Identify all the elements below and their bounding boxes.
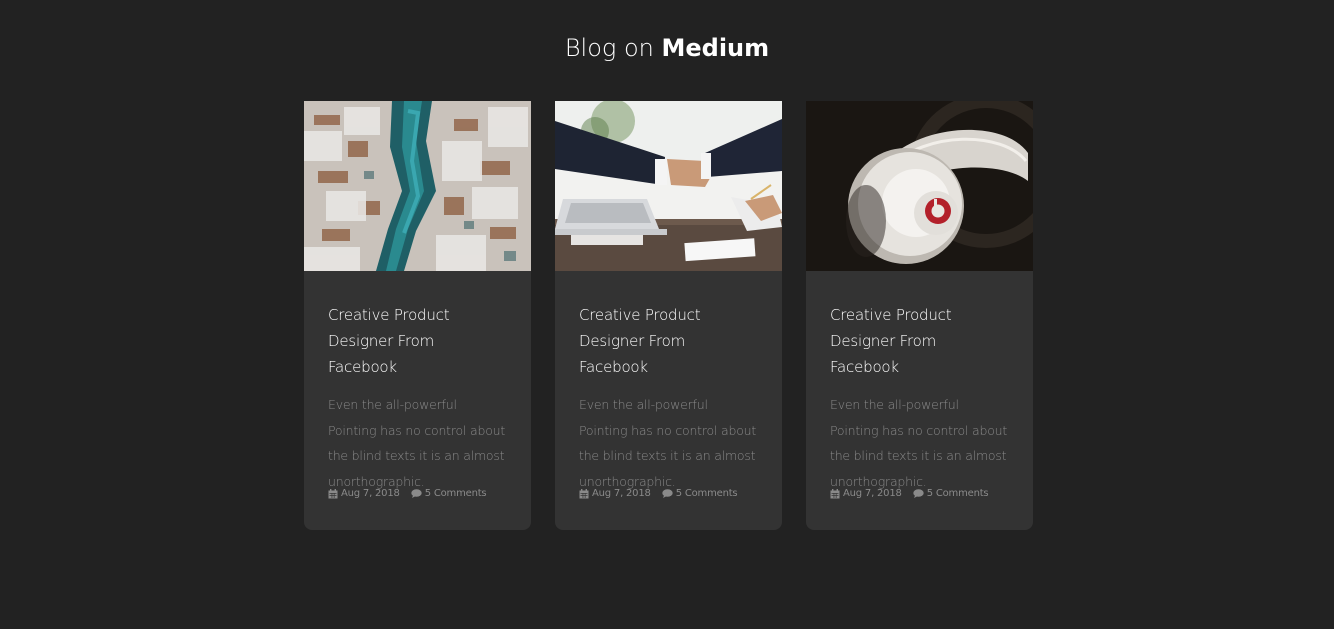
post-comments[interactable]: 5 Comments <box>410 488 487 499</box>
comment-bubble-icon <box>661 489 673 498</box>
post-title[interactable]: Creative Product Designer From Facebook <box>328 302 507 380</box>
post-date-text: Aug 7, 2018 <box>843 488 902 499</box>
section-heading: Blog on Medium <box>0 30 1334 66</box>
headphones-photo[interactable] <box>806 101 1033 271</box>
post-comments-text: 5 Comments <box>926 488 989 499</box>
comment-bubble-icon <box>912 489 924 498</box>
post-meta: Aug 7, 2018 5 Comments <box>579 488 748 499</box>
post-meta: Aug 7, 2018 5 Comments <box>328 488 497 499</box>
card-body: Creative Product Designer From Facebook … <box>304 302 531 494</box>
post-comments-text: 5 Comments <box>675 488 738 499</box>
blog-card[interactable]: Creative Product Designer From Facebook … <box>806 101 1033 530</box>
post-excerpt: Even the all-powerful Pointing has no co… <box>830 397 1008 489</box>
post-comments-text: 5 Comments <box>424 488 487 499</box>
post-date-text: Aug 7, 2018 <box>341 488 400 499</box>
calendar-icon <box>830 488 840 498</box>
heading-brand: Medium <box>661 34 770 62</box>
post-title[interactable]: Creative Product Designer From Facebook <box>579 302 758 380</box>
post-excerpt: Even the all-powerful Pointing has no co… <box>579 397 757 489</box>
calendar-icon <box>328 488 338 498</box>
blog-card[interactable]: Creative Product Designer From Facebook … <box>304 101 531 530</box>
blog-cards: Creative Product Designer From Facebook … <box>304 101 1033 530</box>
post-date[interactable]: Aug 7, 2018 <box>579 488 651 499</box>
post-excerpt: Even the all-powerful Pointing has no co… <box>328 397 506 489</box>
post-title[interactable]: Creative Product Designer From Facebook <box>830 302 1009 380</box>
card-body: Creative Product Designer From Facebook … <box>555 302 782 494</box>
blog-section: Blog on Medium Creative Product Designer… <box>0 0 1334 629</box>
calendar-icon <box>579 488 589 498</box>
post-date[interactable]: Aug 7, 2018 <box>830 488 902 499</box>
blog-card[interactable]: Creative Product Designer From Facebook … <box>555 101 782 530</box>
post-date[interactable]: Aug 7, 2018 <box>328 488 400 499</box>
business-handshake-photo[interactable] <box>555 101 782 271</box>
post-meta: Aug 7, 2018 5 Comments <box>830 488 999 499</box>
post-date-text: Aug 7, 2018 <box>592 488 651 499</box>
aerial-coast-rocks-photo[interactable] <box>304 101 531 271</box>
card-body: Creative Product Designer From Facebook … <box>806 302 1033 494</box>
post-comments[interactable]: 5 Comments <box>661 488 738 499</box>
post-comments[interactable]: 5 Comments <box>912 488 989 499</box>
heading-prefix: Blog on <box>564 34 654 62</box>
comment-bubble-icon <box>410 489 422 498</box>
